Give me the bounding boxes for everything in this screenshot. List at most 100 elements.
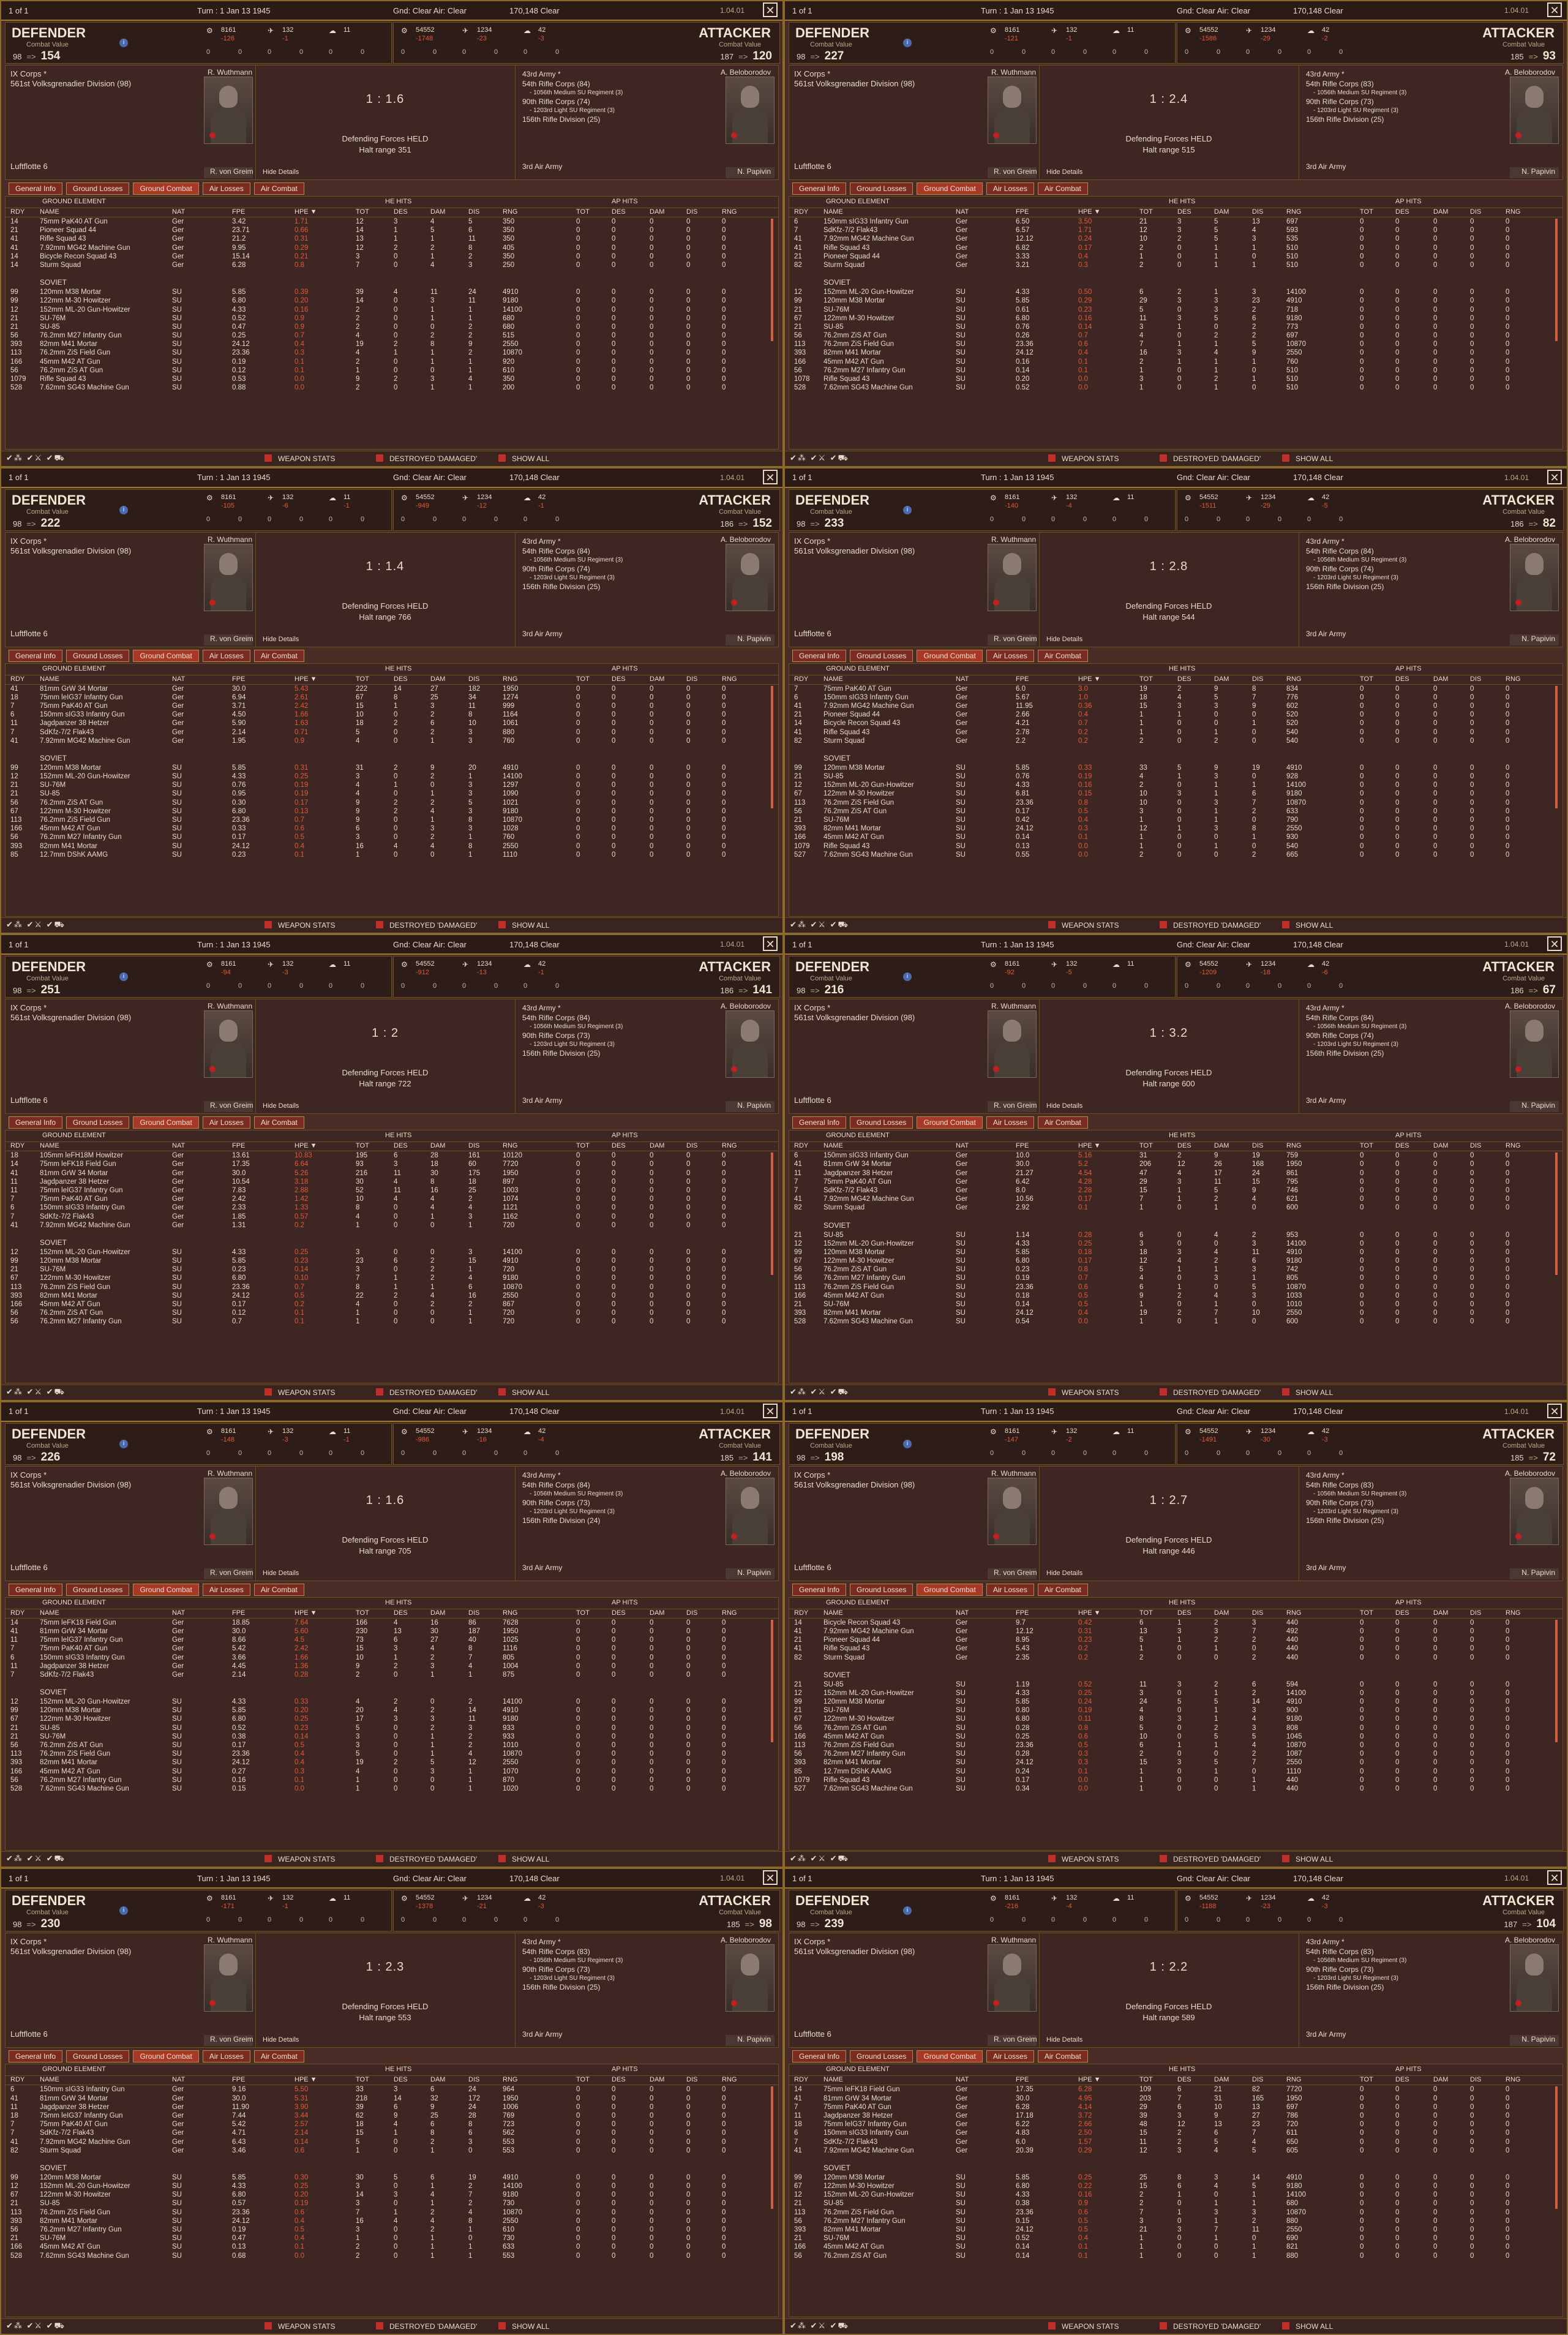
table-row[interactable]: 41 7.92mm MG42 Machine Gun Ger 1.95 0.9 4 0 1 3 7… xyxy=(6,737,778,745)
table-row[interactable]: 67 122mm M-30 Howitzer SU 6.80 0.22 15 6 4 5 9180… xyxy=(789,2182,1562,2190)
table-row[interactable]: 41 81mm GrW 34 Mortar Ger 30.0 4.95 203 7 31 165… xyxy=(789,2094,1562,2103)
column-header[interactable]: NAME xyxy=(40,675,59,683)
column-header[interactable]: TOT xyxy=(1139,1142,1153,1149)
table-row[interactable]: 113 76.2mm ZiS Field Gun SU 23.36 0.6 7 1 2 4 108… xyxy=(6,2208,778,2217)
army-unit[interactable]: - 1203rd Light SU Regiment (3) xyxy=(1306,1974,1406,1982)
table-row[interactable]: 99 120mm M38 Mortar SU 5.85 0.29 29 3 3 23 4910 0 0… xyxy=(789,296,1562,305)
table-row[interactable]: 7 SdKfz-7/2 Flak43 Ger 2.14 0.28 2 0 1 1 875 0 0 0 0 0 xyxy=(6,1671,778,1679)
table-row[interactable]: 14 Bicycle Recon Squad 43 Ger 15.14 0.21 3 0 1 2… xyxy=(6,252,778,261)
column-header[interactable]: DES xyxy=(1395,675,1409,683)
column-header[interactable]: DES xyxy=(394,1142,408,1149)
column-header[interactable]: RDY xyxy=(10,1609,24,1617)
column-header[interactable]: DES xyxy=(1395,1609,1409,1617)
show-all-checkbox[interactable] xyxy=(1282,921,1289,929)
table-row[interactable]: 1079 Rifle Squad 43 SU 0.53 0.0 9 2 3 4 350 0 0 0 0 0 xyxy=(6,375,778,383)
column-header[interactable]: NAME xyxy=(823,2076,843,2083)
table-row[interactable]: 393 82mm M41 Mortar SU 24.12 0.4 19 2 8 9 2550 0 0 0… xyxy=(6,340,778,348)
column-header[interactable]: RNG xyxy=(1506,675,1520,683)
army-unit[interactable]: - 1203rd Light SU Regiment (3) xyxy=(1306,1040,1406,1048)
attacker-commander-portrait[interactable] xyxy=(1510,77,1559,144)
column-header[interactable]: TOT xyxy=(576,208,590,216)
hide-details-button[interactable]: Hide Details xyxy=(1046,1570,1082,1577)
column-header[interactable]: DES xyxy=(1177,2076,1191,2083)
column-header[interactable]: RNG xyxy=(1506,2076,1520,2083)
column-header[interactable]: DAM xyxy=(1433,675,1448,683)
column-header[interactable]: DIS xyxy=(1470,1609,1481,1617)
table-row[interactable]: 11 Jagdpanzer 38 Hetzer Ger 5.90 1.63 18 2 6 10 1… xyxy=(6,719,778,728)
column-header[interactable]: TOT xyxy=(1360,208,1373,216)
attacker-army[interactable]: 43rd Army * 54th Rifle Corps (83) - 1056th… xyxy=(1306,69,1406,124)
defender-corps[interactable]: IX Corps * xyxy=(794,536,830,546)
table-row[interactable]: 82 Sturm Squad Ger 2.92 0.1 1 0 1 0 600 0 0 0 0 0 xyxy=(789,1203,1562,1212)
army-unit[interactable]: - 1203rd Light SU Regiment (3) xyxy=(522,1974,623,1982)
table-row[interactable]: 6 150mm sIG33 Infantry Gun Ger 10.0 5.16 31 2 9… xyxy=(789,1151,1562,1160)
army-unit[interactable]: 156th Rifle Division (25) xyxy=(522,582,623,592)
table-row[interactable]: 41 7.92mm MG42 Machine Gun Ger 11.95 0.36 15 3… xyxy=(789,702,1562,710)
weapon-stats-checkbox[interactable] xyxy=(264,921,272,929)
army-unit[interactable]: 156th Rifle Division (25) xyxy=(1306,1516,1406,1525)
column-header[interactable]: DES xyxy=(394,2076,408,2083)
table-row[interactable]: 7 SdKfz-7/2 Flak43 Ger 6.57 1.71 12 3 5 4 593 0 0 0 0… xyxy=(789,226,1562,235)
column-header[interactable]: TOT xyxy=(1360,2076,1373,2083)
table-row[interactable]: 99 120mm M38 Mortar SU 5.85 0.18 18 3 4 11 4910 0 0… xyxy=(789,1248,1562,1257)
unit-filter-checkboxes[interactable]: ✔⁂ ✔⚔ ✔⛟ xyxy=(6,920,66,931)
column-header[interactable]: DAM xyxy=(650,1609,664,1617)
defender-commander-portrait[interactable] xyxy=(988,77,1037,144)
column-header[interactable]: HPE ▼ xyxy=(294,2076,317,2083)
column-header[interactable]: RNG xyxy=(1506,1142,1520,1149)
column-header[interactable]: RDY xyxy=(794,675,808,683)
army-unit[interactable]: - 1203rd Light SU Regiment (3) xyxy=(1306,574,1406,582)
table-row[interactable]: 67 122mm M-30 Howitzer SU 6.80 0.11 8 3 1 4 9180 0… xyxy=(789,1715,1562,1723)
destroyed-damaged-checkbox[interactable] xyxy=(1160,454,1167,462)
table-row[interactable]: 67 122mm M-30 Howitzer SU 6.81 0.15 10 3 1 6 9180… xyxy=(789,789,1562,798)
column-header[interactable]: FPE xyxy=(1016,1142,1029,1149)
table-row[interactable]: 528 7.62mm SG43 Machine Gun SU 0.88 0.0 2 0 1 1 2… xyxy=(6,383,778,392)
defender-commander-portrait[interactable] xyxy=(204,1477,253,1545)
weapon-stats-checkbox[interactable] xyxy=(1048,1388,1056,1396)
table-row[interactable]: 41 81mm GrW 34 Mortar Ger 30.0 5.60 230 13 30 18… xyxy=(6,1627,778,1636)
tab-air-losses[interactable]: Air Losses xyxy=(202,2050,250,2063)
column-header[interactable]: FPE xyxy=(232,1609,245,1617)
table-row[interactable]: 56 76.2mm M27 Infantry Gun SU 0.28 0.3 2 0 0 2 10… xyxy=(789,1750,1562,1758)
unit-filter-checkboxes[interactable]: ✔⁂ ✔⚔ ✔⛟ xyxy=(790,453,849,464)
table-row[interactable]: 113 76.2mm ZiS Field Gun SU 23.36 0.8 10 0 3 7 10… xyxy=(789,799,1562,807)
close-button[interactable]: ✕ xyxy=(1547,469,1562,484)
tab-air-combat[interactable]: Air Combat xyxy=(1037,182,1088,195)
table-row[interactable]: 67 122mm M-30 Howitzer SU 6.80 0.17 12 4 2 6 9180… xyxy=(789,1257,1562,1265)
unit-filter-checkboxes[interactable]: ✔⁂ ✔⚔ ✔⛟ xyxy=(790,1854,849,1865)
tab-ground-combat[interactable]: Ground Combat xyxy=(917,2050,983,2063)
scrollbar[interactable] xyxy=(1555,1619,1558,1742)
unit-filter-checkboxes[interactable]: ✔⁂ ✔⚔ ✔⛟ xyxy=(6,1854,66,1865)
army-unit[interactable]: - 1056th Medium SU Regiment (3) xyxy=(1306,556,1406,564)
close-button[interactable]: ✕ xyxy=(763,469,778,484)
table-row[interactable]: 6 150mm sIG33 Infantry Gun Ger 4.50 1.66 10 0 2… xyxy=(6,710,778,719)
table-row[interactable]: 21 SU-76M SU 0.23 0.14 3 0 2 1 720 0 0 0 0 0 xyxy=(6,1265,778,1274)
column-header[interactable]: NAME xyxy=(823,675,843,683)
column-header[interactable]: DAM xyxy=(1214,208,1229,216)
column-header[interactable]: DIS xyxy=(1252,208,1263,216)
table-row[interactable]: 166 45mm M42 AT Gun SU 0.17 0.2 4 0 2 2 867 0 0 0 0 0 xyxy=(6,1300,778,1309)
column-header[interactable]: RNG xyxy=(503,2076,517,2083)
weapon-stats-checkbox[interactable] xyxy=(1048,454,1056,462)
column-header[interactable]: DAM xyxy=(1214,1142,1229,1149)
table-row[interactable]: 56 76.2mm M27 Infantry Gun SU 0.14 0.1 1 0 1 0 51… xyxy=(789,366,1562,375)
table-row[interactable]: 18 75mm leIG37 Infantry Gun Ger 7.44 3.44 62 9… xyxy=(6,2111,778,2120)
info-icon[interactable]: i xyxy=(119,505,128,514)
table-row[interactable]: 56 76.2mm ZiS AT Gun SU 0.26 0.7 4 0 2 2 697 0 0 0 0 0 xyxy=(789,331,1562,340)
column-header[interactable]: NAME xyxy=(823,1609,843,1617)
table-row[interactable]: 41 7.92mm MG42 Machine Gun Ger 9.95 0.29 12 2 2… xyxy=(6,244,778,252)
attacker-commander-portrait[interactable] xyxy=(1510,1010,1559,1078)
defender-commander-portrait[interactable] xyxy=(988,1010,1037,1078)
table-row[interactable]: 393 82mm M41 Mortar SU 24.12 0.4 19 2 5 12 2550 0 0… xyxy=(6,1758,778,1767)
column-header[interactable]: DES xyxy=(1395,2076,1409,2083)
column-header[interactable]: RNG xyxy=(722,2076,737,2083)
table-row[interactable]: 113 76.2mm ZiS Field Gun SU 23.36 0.6 7 1 1 5 108… xyxy=(789,340,1562,348)
army-unit[interactable]: 156th Rifle Division (25) xyxy=(1306,115,1406,124)
unit-filter-checkboxes[interactable]: ✔⁂ ✔⚔ ✔⛟ xyxy=(6,453,66,464)
tab-general-info[interactable]: General Info xyxy=(9,182,63,195)
army-unit[interactable]: - 1203rd Light SU Regiment (3) xyxy=(522,107,623,115)
table-row[interactable]: 67 122mm M-30 Howitzer SU 6.80 0.10 7 1 2 4 9180 0… xyxy=(6,1274,778,1282)
table-row[interactable]: 82 Sturm Squad Ger 2.2 0.2 2 0 2 0 540 0 0 0 0 0 xyxy=(789,737,1562,745)
weapon-stats-checkbox[interactable] xyxy=(264,1388,272,1396)
table-row[interactable]: 6 150mm sIG33 Infantry Gun Ger 9.16 5.50 33 3 6… xyxy=(6,2085,778,2094)
